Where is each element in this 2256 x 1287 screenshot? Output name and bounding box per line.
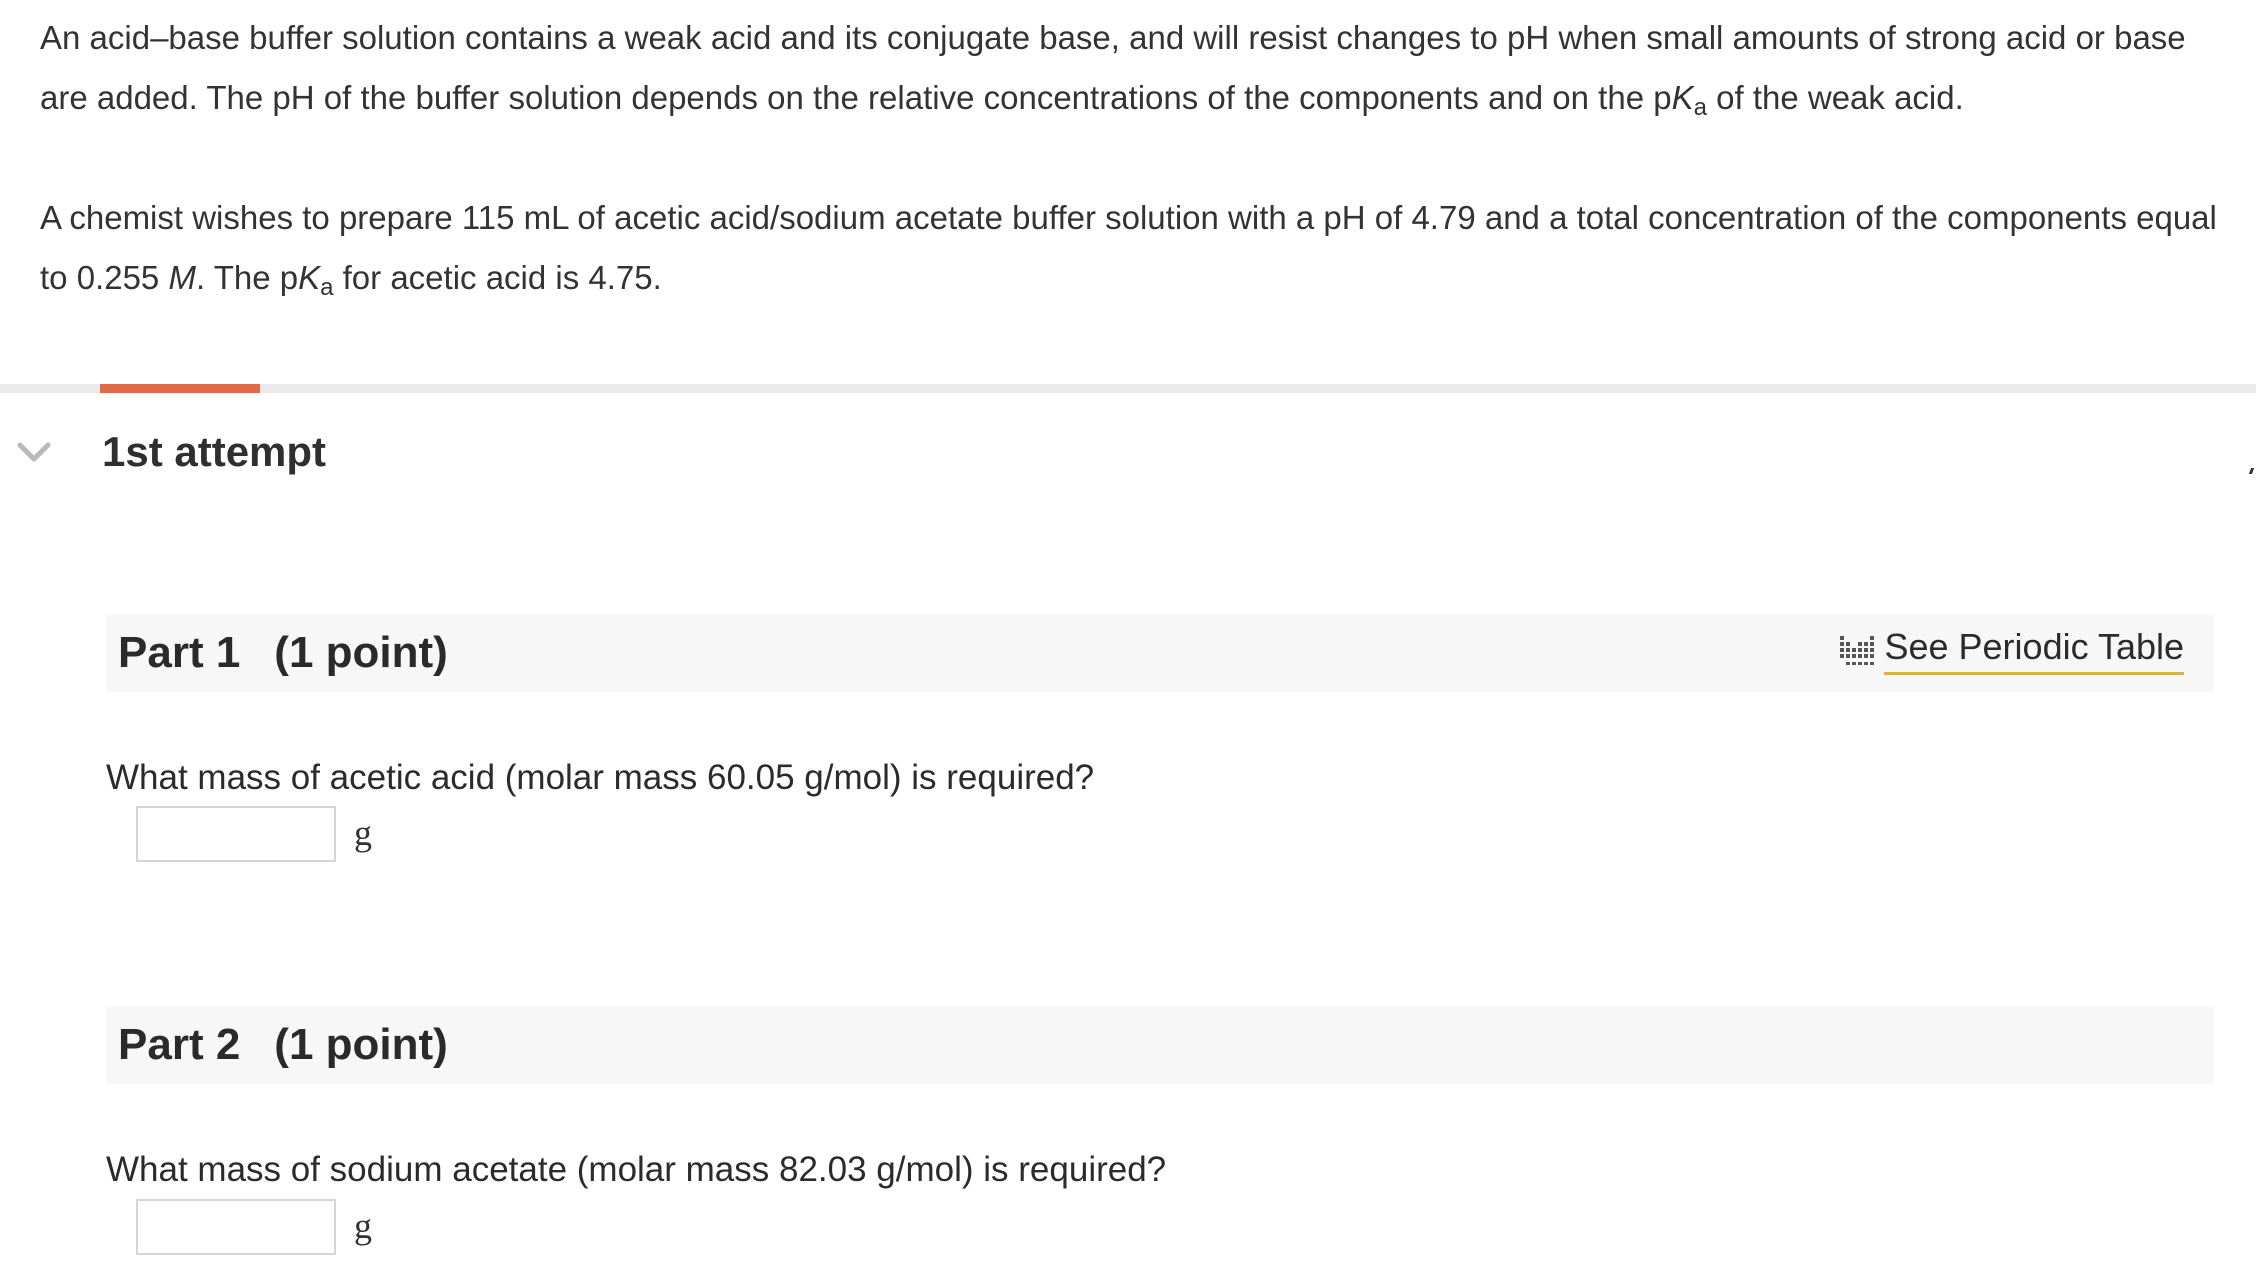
- chevron-down-icon[interactable]: [16, 440, 52, 464]
- part-2-question: What mass of sodium acetate (molar mass …: [106, 1150, 1167, 1189]
- part-label: Part 2: [118, 1020, 241, 1069]
- see-periodic-table-link[interactable]: See Periodic Table: [1838, 624, 2184, 675]
- ka-subscript: a: [1693, 94, 1707, 121]
- part-2-title: Part 2 (1 point): [118, 1016, 448, 1074]
- part-1-answer-input[interactable]: [136, 806, 336, 862]
- see-periodic-table-label: See Periodic Table: [1884, 624, 2184, 675]
- part-1-unit: g: [354, 813, 372, 853]
- intro-paragraph-2: A chemist wishes to prepare 115 mL of ac…: [40, 188, 2230, 308]
- part-points: (1 point): [274, 628, 448, 677]
- molarity-symbol: M: [168, 259, 196, 296]
- edge-mark: [2248, 468, 2256, 474]
- intro-text: of the weak acid.: [1706, 79, 1964, 116]
- periodic-table-icon: [1840, 635, 1875, 665]
- part-2-unit: g: [354, 1206, 372, 1246]
- ka-subscript: a: [320, 274, 334, 301]
- intro-paragraph-1: An acid–base buffer solution contains a …: [40, 8, 2230, 128]
- part-2-answer-input[interactable]: [136, 1199, 336, 1255]
- attempt-progress-fill: [100, 384, 260, 393]
- part-points: (1 point): [274, 1020, 448, 1069]
- attempt-title: 1st attempt: [102, 428, 327, 475]
- ka-symbol: K: [298, 259, 321, 296]
- intro-text: . The p: [195, 259, 299, 296]
- part-1-header: Part 1 (1 point) See Periodic Table: [106, 614, 2214, 692]
- part-1-question: What mass of acetic acid (molar mass 60.…: [106, 758, 1095, 797]
- part-2-header: Part 2 (1 point): [106, 1006, 2214, 1084]
- ka-symbol: K: [1671, 79, 1694, 116]
- intro-text: for acetic acid is 4.75.: [333, 259, 662, 296]
- attempt-progress-bar: [0, 384, 2256, 393]
- part-1-title: Part 1 (1 point): [118, 624, 448, 682]
- problem-statement: An acid–base buffer solution contains a …: [40, 8, 2230, 308]
- part-label: Part 1: [118, 628, 241, 677]
